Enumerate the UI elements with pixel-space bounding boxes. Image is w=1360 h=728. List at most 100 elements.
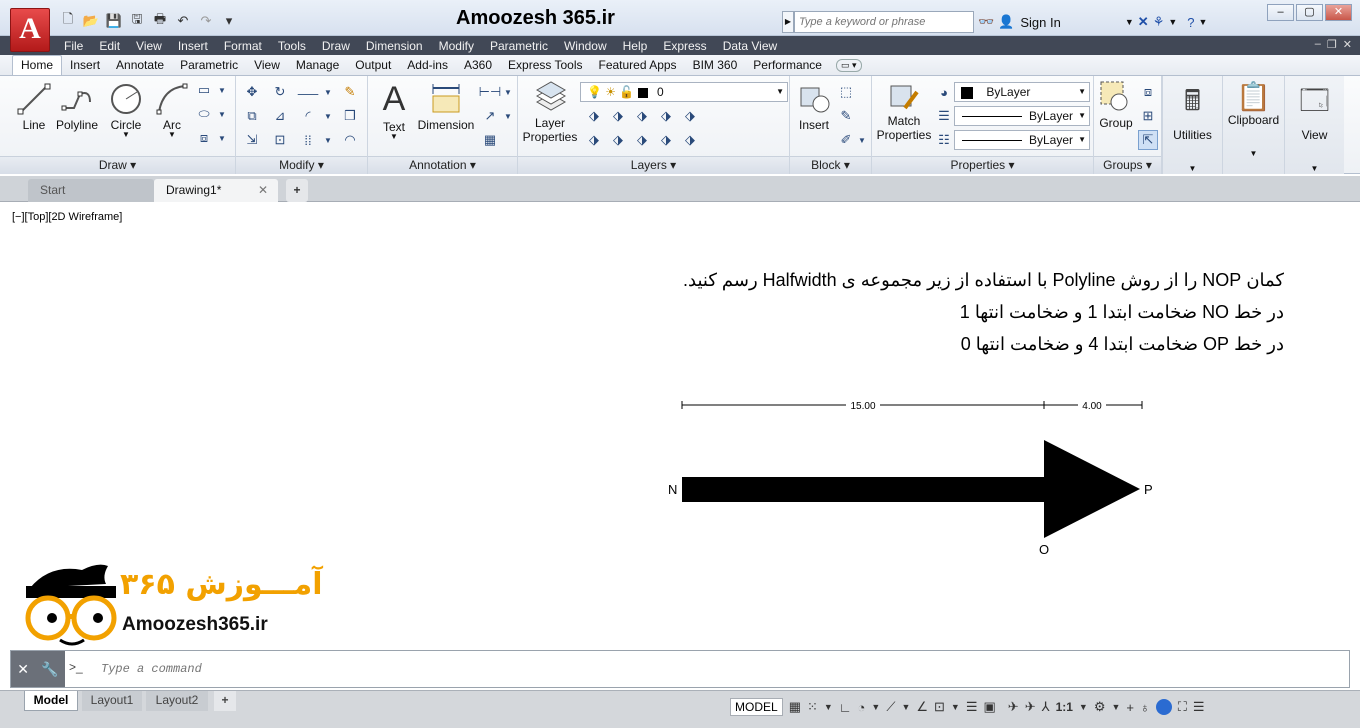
erase-icon[interactable]: ✎ (340, 82, 360, 102)
open-file-icon[interactable]: 📂 (81, 11, 101, 31)
menu-draw[interactable]: Draw (314, 39, 358, 53)
insert-button[interactable]: Insert (794, 82, 834, 132)
scale-icon[interactable]: ⊡ (270, 130, 290, 150)
stretch-icon[interactable]: ⇲ (242, 130, 262, 150)
group-selection-icon[interactable]: ⇱ (1138, 130, 1158, 150)
command-prompt-icon[interactable]: >_ (69, 660, 83, 674)
move-icon[interactable]: ✥ (242, 82, 262, 102)
annotation-scale-icon[interactable]: ⅄ (1042, 699, 1050, 715)
rectangle-icon[interactable]: ▭ (194, 80, 214, 100)
lineweight-dropdown[interactable]: ByLayer ▼ (954, 106, 1090, 126)
edit-block-icon[interactable]: ✎ (836, 106, 856, 126)
chevron-down-icon[interactable]: ▼ (212, 80, 232, 100)
menu-insert[interactable]: Insert (170, 39, 216, 53)
linetype-dropdown[interactable]: ByLayer ▼ (954, 130, 1090, 150)
chevron-down-icon[interactable]: ▼ (498, 106, 518, 126)
tab-express-tools[interactable]: Express Tools (500, 56, 590, 75)
new-tab-button[interactable]: + (286, 179, 308, 202)
chevron-down-icon[interactable]: ▼ (318, 82, 338, 102)
group-edit-icon[interactable]: ⊞ (1138, 106, 1158, 126)
snap-icon[interactable]: ⁙ (807, 699, 818, 715)
user-icon[interactable]: 👤 (998, 14, 1014, 30)
model-space-button[interactable]: MODEL (730, 698, 783, 716)
tab-layout2[interactable]: Layout2 (146, 691, 208, 711)
viewport-controls[interactable]: [−][Top][2D Wireframe] (12, 211, 122, 223)
chevron-down-icon[interactable]: ▼ (1125, 17, 1134, 27)
annotation-visibility-icon[interactable]: ✈ (1008, 699, 1019, 715)
panel-block-title[interactable]: Block ▾ (790, 156, 871, 174)
menu-tools[interactable]: Tools (270, 39, 314, 53)
panel-annotation-title[interactable]: Annotation ▾ (368, 156, 517, 174)
auto-scale-icon[interactable]: ✈ (1025, 699, 1036, 715)
qat-dropdown-icon[interactable]: ▾ (219, 11, 239, 31)
color-dropdown[interactable]: ByLayer ▼ (954, 82, 1090, 102)
offset-icon[interactable]: ◠ (340, 130, 360, 150)
close-button[interactable]: ✕ (1325, 4, 1352, 21)
explode-icon[interactable]: ❒ (340, 106, 360, 126)
chevron-down-icon[interactable]: ▼ (212, 104, 232, 124)
lineweight-toggle-icon[interactable]: ☰ (966, 699, 978, 715)
object-snap-icon[interactable]: ⊡ (934, 699, 945, 715)
chevron-down-icon[interactable]: ▼ (852, 130, 872, 150)
arc-button[interactable]: Arc ▼ (152, 82, 192, 139)
layer-tool-9-icon[interactable]: ⬗ (656, 130, 676, 150)
transparency-icon[interactable]: ▣ (984, 699, 996, 715)
clean-screen-icon[interactable]: ⛶ (1178, 699, 1187, 715)
wrench-icon[interactable]: 🔧 (41, 661, 58, 678)
exchange-apps-icon[interactable]: ✕ (1138, 14, 1149, 30)
line-button[interactable]: Line (14, 82, 54, 132)
search-input[interactable] (794, 11, 974, 33)
tab-featured-apps[interactable]: Featured Apps (591, 56, 685, 75)
chevron-down-icon[interactable]: ▼ (824, 702, 833, 712)
circle-button[interactable]: Circle ▼ (106, 82, 146, 139)
dimension-button[interactable]: Dimension (416, 82, 476, 132)
chevron-down-icon[interactable]: ▼ (1111, 702, 1120, 712)
panel-draw-title[interactable]: Draw ▾ (0, 156, 235, 174)
isolate-objects-icon[interactable]: ♁ (1140, 700, 1150, 715)
command-input[interactable] (101, 659, 701, 679)
chevron-down-icon[interactable]: ▼ (1079, 702, 1088, 712)
boundary-icon[interactable]: ⧈ (194, 128, 214, 148)
chevron-down-icon[interactable]: ▼ (1168, 17, 1177, 27)
tab-bim-360[interactable]: BIM 360 (685, 56, 746, 75)
ortho-icon[interactable]: ∟ (839, 700, 852, 715)
hardware-acceleration-icon[interactable] (1155, 699, 1172, 715)
search-expand-icon[interactable]: ▶ (782, 11, 794, 33)
chevron-down-icon[interactable]: ▼ (212, 128, 232, 148)
menu-edit[interactable]: Edit (91, 39, 128, 53)
menu-dimension[interactable]: Dimension (358, 39, 431, 53)
lineweight-icon[interactable]: ☰ (934, 106, 954, 126)
chevron-down-icon[interactable]: ▼ (1199, 17, 1208, 27)
panel-view[interactable]: 🗔 View ▼ (1284, 76, 1344, 174)
isodraft-icon[interactable]: ⟋ (886, 699, 895, 715)
tab-home[interactable]: Home (12, 55, 63, 75)
tab-layout1[interactable]: Layout1 (82, 691, 142, 711)
drawing-canvas[interactable]: [−][Top][2D Wireframe] کمان NOP را از رو… (0, 202, 1360, 648)
layer-properties-button[interactable]: Layer Properties (520, 80, 580, 144)
new-layout-button[interactable]: + (214, 691, 236, 711)
menu-parametric[interactable]: Parametric (482, 39, 556, 53)
a360-icon[interactable]: ⚘ (1153, 14, 1165, 30)
layer-tool-4-icon[interactable]: ⬗ (656, 106, 676, 126)
tab-output[interactable]: Output (347, 56, 399, 75)
new-file-icon[interactable]: 🗋 (58, 11, 78, 31)
ungroup-icon[interactable]: ⧈ (1138, 82, 1158, 102)
group-button[interactable]: Group (1096, 80, 1136, 130)
print-icon[interactable]: 🖶 (150, 11, 170, 31)
panel-clipboard[interactable]: 📋 Clipboard ▼ (1222, 76, 1284, 174)
hatch-icon[interactable]: ⬭ (194, 104, 214, 124)
create-block-icon[interactable]: ⬚ (836, 82, 856, 102)
layer-tool-1-icon[interactable]: ⬗ (584, 106, 604, 126)
drawing-close-icon[interactable]: ✕ (1343, 38, 1352, 51)
customization-icon[interactable]: ☰ (1193, 699, 1205, 715)
color-wheel-icon[interactable]: ◕ (934, 82, 954, 102)
tab-start[interactable]: Start (28, 179, 154, 202)
polyline-button[interactable]: Polyline (54, 82, 100, 132)
tab-parametric[interactable]: Parametric (172, 56, 246, 75)
menu-window[interactable]: Window (556, 39, 615, 53)
tab-model[interactable]: Model (24, 691, 78, 711)
chevron-down-icon[interactable]: ▼ (901, 702, 910, 712)
rotate-icon[interactable]: ↻ (270, 82, 290, 102)
fillet-icon[interactable]: ◜ (298, 106, 318, 126)
undo-icon[interactable]: ↶ (173, 11, 193, 31)
